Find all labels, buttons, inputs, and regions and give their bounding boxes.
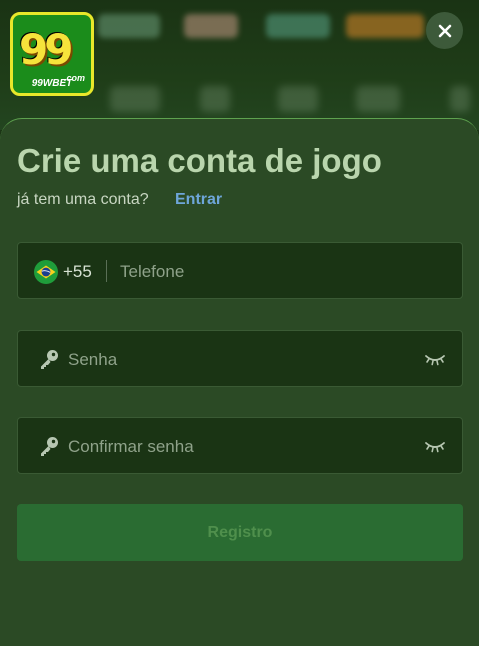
blurred-shape	[356, 86, 400, 112]
close-button[interactable]	[426, 12, 463, 49]
phone-field[interactable]: +55 Telefone	[17, 242, 463, 299]
logo-number: 99	[19, 25, 73, 74]
key-icon	[41, 437, 58, 456]
country-code[interactable]: +55	[63, 262, 92, 282]
blurred-shape	[450, 86, 470, 112]
brazil-flag-icon[interactable]	[34, 260, 58, 284]
key-icon	[41, 350, 58, 369]
register-button[interactable]: Registro	[17, 504, 463, 561]
divider	[106, 260, 107, 282]
confirm-password-input[interactable]: Confirmar senha	[68, 437, 194, 457]
blurred-nav-item	[98, 14, 160, 38]
password-input[interactable]: Senha	[68, 350, 117, 370]
brand-logo[interactable]: 99 .com 99WBET	[10, 12, 94, 96]
logo-name: 99WBET	[31, 78, 73, 89]
eye-closed-icon[interactable]	[424, 439, 446, 453]
blurred-nav-item	[184, 14, 238, 38]
eye-closed-icon[interactable]	[424, 352, 446, 366]
confirm-password-field[interactable]: Confirmar senha	[17, 417, 463, 474]
blurred-nav-item	[266, 14, 330, 38]
password-field[interactable]: Senha	[17, 330, 463, 387]
login-prompt: já tem uma conta?	[17, 191, 149, 208]
blurred-shape	[200, 86, 230, 112]
blurred-nav-item	[346, 14, 424, 38]
page-title: Crie uma conta de jogo	[17, 142, 382, 179]
login-link[interactable]: Entrar	[175, 191, 222, 209]
phone-input[interactable]: Telefone	[120, 262, 184, 282]
close-icon	[438, 24, 451, 37]
blurred-shape	[110, 86, 160, 112]
blurred-shape	[278, 86, 318, 112]
